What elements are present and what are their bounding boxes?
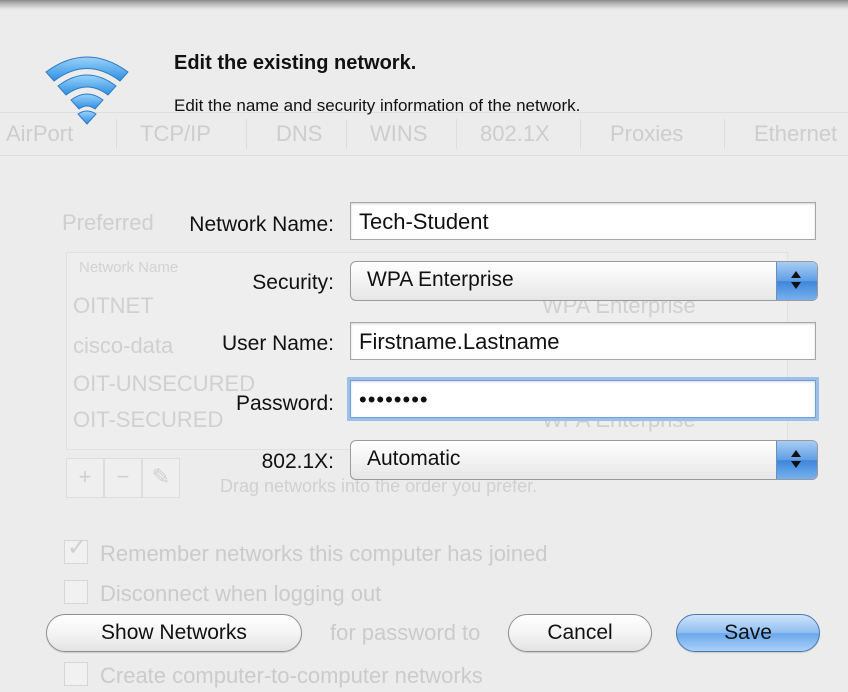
bg-list-item: OITNET	[73, 293, 154, 318]
bg-list-item: cisco-data	[73, 333, 174, 358]
bg-list-header: Network Name	[79, 259, 179, 276]
cancel-button[interactable]: Cancel	[508, 614, 652, 652]
airport-wifi-icon	[42, 48, 132, 128]
bg-checkbox-disconnect: Disconnect when logging out	[64, 580, 381, 607]
bg-tab-proxies: Proxies	[610, 121, 684, 146]
dialog-title: Edit the existing network.	[174, 52, 417, 74]
dot1x-popup-value: Automatic	[367, 447, 461, 470]
security-label: Security:	[252, 271, 334, 294]
show-networks-button[interactable]: Show Networks	[46, 614, 302, 652]
password-label: Password:	[235, 392, 334, 415]
bg-tab-dns: DNS	[276, 121, 323, 146]
network-name-field[interactable]: Tech-Student	[350, 202, 816, 240]
popup-arrows-icon	[776, 441, 817, 479]
bg-list-item: OIT-UNSECURED	[73, 371, 256, 396]
security-popup[interactable]: WPA Enterprise	[350, 261, 818, 301]
dialog-subtitle: Edit the name and security information o…	[174, 96, 581, 115]
popup-arrows-icon	[776, 262, 817, 300]
dot1x-label: 802.1X:	[261, 450, 334, 473]
bg-checkbox-remember: ✓ Remember networks this computer has joi…	[64, 534, 548, 567]
security-popup-value: WPA Enterprise	[367, 268, 514, 291]
save-button[interactable]: Save	[676, 614, 820, 652]
user-name-field[interactable]: Firstname.Lastname	[350, 322, 816, 360]
bg-tab-ethernet: Ethernet	[754, 121, 838, 146]
dot1x-popup[interactable]: Automatic	[350, 440, 818, 480]
user-name-label: User Name:	[221, 332, 334, 355]
bg-checkbox-password: for password to	[330, 620, 481, 645]
bg-checkbox-create: Create computer-to-computer networks	[64, 662, 483, 689]
bg-tab-tcpip: TCP/IP	[140, 121, 211, 146]
bg-add-icon: +	[66, 458, 104, 498]
bg-list-item: OIT-SECURED	[73, 407, 224, 432]
network-name-label: Network Name:	[189, 213, 334, 236]
bg-tab-wins: WINS	[370, 121, 428, 146]
bg-preferred-label: Preferred	[62, 210, 154, 235]
bg-tab-8021x: 802.1X	[480, 121, 550, 146]
password-field[interactable]: ••••••••	[350, 380, 816, 418]
bg-edit-pencil-icon: ✎	[142, 458, 180, 498]
bg-remove-icon: −	[104, 458, 142, 498]
